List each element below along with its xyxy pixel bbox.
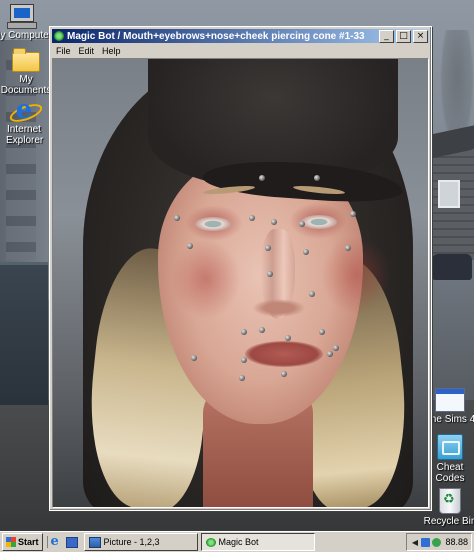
piercing-cone: [239, 375, 245, 381]
taskbar-button-label: Magic Bot: [218, 537, 259, 547]
magic-bot-icon: [54, 31, 64, 41]
desktop-icon-my-computer[interactable]: My Computer: [0, 4, 52, 41]
internet-explorer-icon[interactable]: e: [51, 535, 63, 548]
taskbar-button-magic-bot[interactable]: Magic Bot: [200, 533, 315, 551]
piercing-cone: [285, 335, 291, 341]
desktop-icon-label: My Documents: [0, 74, 52, 96]
wallpaper-dumpster: [0, 262, 48, 405]
system-tray: ◀ 88.88: [406, 533, 472, 551]
piercing-cone: [187, 243, 193, 249]
piercing-cone: [314, 175, 320, 181]
piercing-cone: [241, 329, 247, 335]
piercing-cone: [309, 291, 315, 297]
piercing-cone: [350, 211, 356, 217]
portrait-lips: [245, 341, 323, 367]
preview-canvas: [52, 58, 429, 508]
portrait-cheek-left: [171, 239, 241, 319]
windows-logo-icon: [6, 537, 16, 547]
desktop-icon-label: Cheat Codes: [435, 462, 465, 484]
wallpaper-house: [430, 150, 474, 260]
close-button[interactable]: ×: [413, 29, 428, 43]
portrait-eye-left: [195, 217, 231, 231]
piercing-cone: [281, 371, 287, 377]
magic-bot-window[interactable]: Magic Bot / Mouth+eyebrows+nose+cheek pi…: [49, 26, 432, 511]
desktop-icon-label: Internet Explorer: [6, 124, 44, 146]
picture-viewer-icon: [88, 536, 101, 548]
menu-bar: File Edit Help: [52, 44, 429, 57]
desktop-icon-label: My Computer: [0, 30, 53, 41]
start-label: Start: [18, 537, 39, 547]
menu-file[interactable]: File: [52, 46, 75, 56]
network-icon[interactable]: [421, 537, 431, 547]
piercing-cone: [267, 271, 273, 277]
piercing-cone: [265, 245, 271, 251]
sims-window-icon: [435, 388, 465, 412]
internet-explorer-icon: e: [7, 97, 45, 126]
taskbar-button-label: Picture - 1,2,3: [103, 537, 160, 547]
piercing-cone: [271, 219, 277, 225]
security-shield-icon[interactable]: [432, 537, 442, 547]
piercing-cone: [259, 175, 265, 181]
desktop-icon-internet-explorer[interactable]: e Internet Explorer: [0, 97, 54, 146]
show-desktop-icon[interactable]: [65, 537, 78, 548]
minimize-button[interactable]: _: [379, 29, 394, 43]
wallpaper-car: [432, 254, 472, 280]
piercing-cone: [174, 215, 180, 221]
folder-icon: [12, 48, 40, 72]
piercing-cone: [299, 221, 305, 227]
maximize-button[interactable]: □: [396, 29, 411, 43]
piercing-cone: [249, 215, 255, 221]
portrait-nostrils: [253, 299, 305, 317]
magic-bot-icon: [205, 537, 216, 547]
clock[interactable]: 88.88: [445, 537, 468, 547]
taskbar: Start e Picture - 1,2,3 Magic Bot ◀ 88.8…: [0, 531, 474, 552]
piercing-cone: [241, 357, 247, 363]
desktop-icon-my-documents[interactable]: My Documents: [0, 46, 56, 96]
window-title: Magic Bot / Mouth+eyebrows+nose+cheek pi…: [67, 30, 365, 42]
portrait-eye-right: [301, 215, 337, 229]
recycle-bin-icon: [439, 488, 461, 514]
menu-edit[interactable]: Edit: [75, 46, 99, 56]
piercing-cone: [327, 351, 333, 357]
taskbar-button-picture[interactable]: Picture - 1,2,3: [83, 533, 198, 551]
piercing-cone: [191, 355, 197, 361]
piercing-cone: [333, 345, 339, 351]
piercing-cone: [319, 329, 325, 335]
quick-launch: e: [46, 535, 81, 548]
piercing-cone: [259, 327, 265, 333]
piercing-cone: [345, 245, 351, 251]
computer-icon: [7, 4, 37, 29]
window-title-bar[interactable]: Magic Bot / Mouth+eyebrows+nose+cheek pi…: [52, 29, 429, 43]
portrait-cheek-right: [321, 235, 391, 315]
menu-help[interactable]: Help: [98, 46, 125, 56]
start-button[interactable]: Start: [2, 533, 43, 551]
volume-icon[interactable]: ◀: [410, 538, 419, 547]
desktop-icon-label: Recycle Bin: [423, 516, 474, 527]
piercing-cone: [303, 249, 309, 255]
cheat-codes-icon: [437, 434, 463, 460]
